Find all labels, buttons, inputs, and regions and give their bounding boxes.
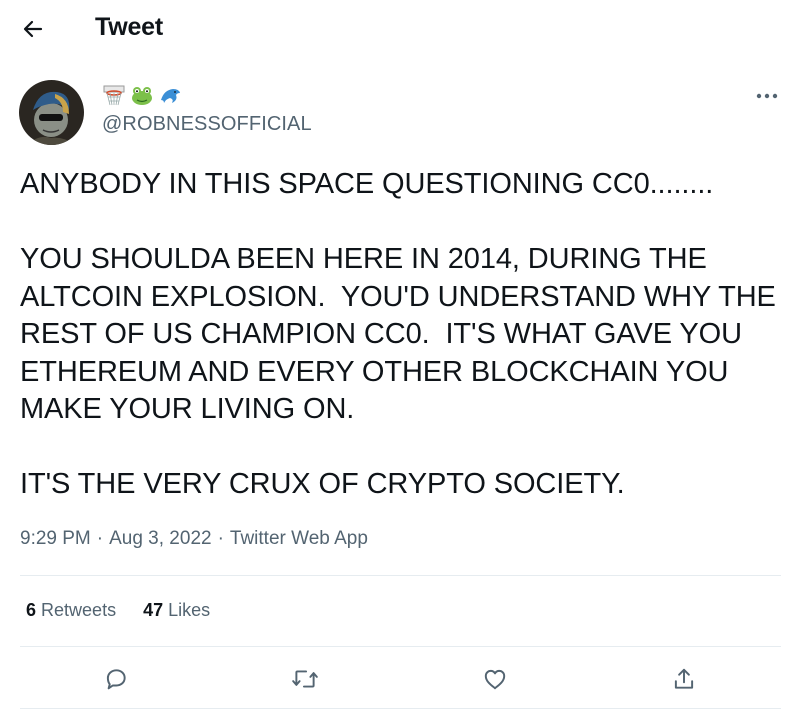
retweets-stat[interactable]: 6 Retweets	[26, 600, 116, 621]
tweet-stats: 6 Retweets 47 Likes	[26, 600, 210, 621]
tweet-source[interactable]: Twitter Web App	[230, 528, 368, 550]
share-icon	[674, 668, 694, 689]
more-horizontal-icon	[756, 93, 778, 99]
author-handle[interactable]: @ROBNESSOFFICIAL	[102, 113, 312, 136]
divider	[20, 646, 781, 647]
tweet-date[interactable]: Aug 3, 2022	[109, 528, 211, 550]
display-name[interactable]	[102, 83, 182, 109]
divider	[20, 708, 781, 709]
more-options-button[interactable]	[750, 84, 784, 108]
meta-separator: ·	[96, 528, 104, 549]
dolphin-icon	[161, 89, 180, 103]
reply-button[interactable]	[93, 656, 139, 702]
tweet-meta: 9:29 PM · Aug 3, 2022 · Twitter Web App	[20, 528, 368, 550]
action-bar	[0, 656, 800, 702]
avatar[interactable]	[19, 80, 84, 145]
meta-separator: ·	[217, 528, 224, 549]
likes-label: Likes	[168, 600, 211, 620]
retweets-label: Retweets	[41, 600, 117, 620]
likes-stat[interactable]: 47 Likes	[143, 600, 210, 621]
frog-icon	[132, 87, 152, 105]
share-button[interactable]	[661, 656, 707, 702]
reply-icon	[106, 669, 126, 690]
likes-count: 47	[143, 600, 164, 620]
basketball-hoop-icon	[103, 85, 125, 106]
divider	[20, 575, 781, 576]
retweets-count: 6	[26, 600, 37, 620]
retweet-button[interactable]	[282, 656, 328, 702]
heart-icon	[484, 669, 506, 690]
retweet-icon	[292, 670, 318, 688]
tweet-text: ANYBODY IN THIS SPACE QUESTIONING CC0...…	[20, 168, 776, 500]
header: Tweet	[0, 0, 800, 56]
like-button[interactable]	[472, 656, 518, 702]
arrow-left-icon	[23, 20, 43, 38]
back-button[interactable]	[14, 10, 52, 48]
avatar-image	[19, 80, 84, 145]
page-title: Tweet	[95, 13, 163, 41]
tweet-time[interactable]: 9:29 PM	[20, 528, 91, 550]
